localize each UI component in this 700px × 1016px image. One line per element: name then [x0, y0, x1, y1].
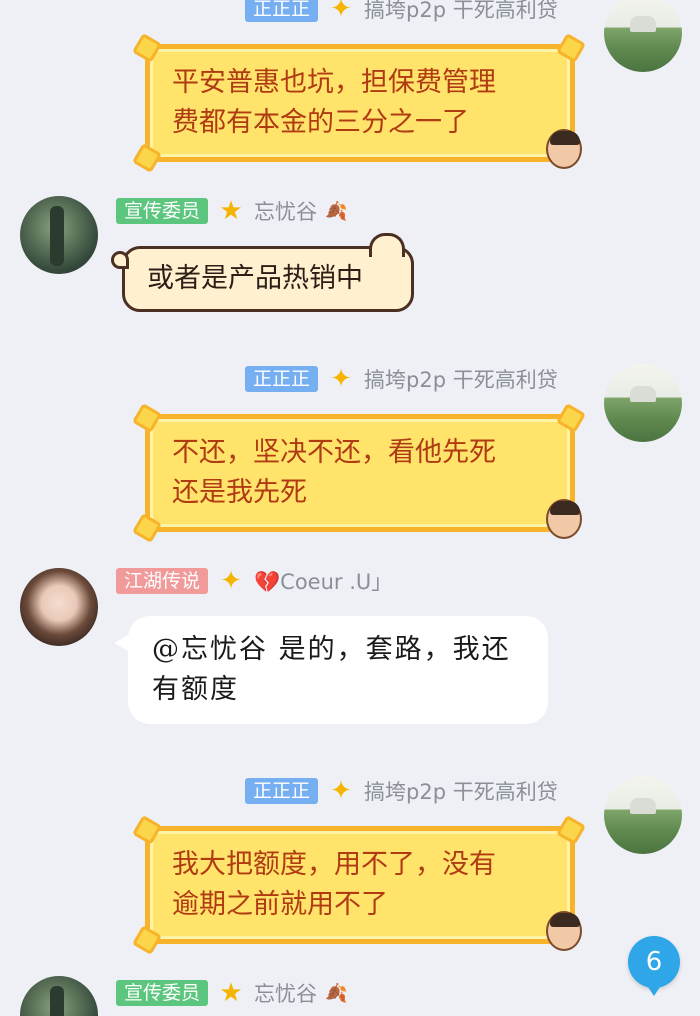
bubble-decoration	[555, 402, 587, 434]
message-bubble[interactable]: 平安普惠也坑，担保费管理 费都有本金的三分之一了	[131, 32, 587, 174]
bubble-decoration	[131, 924, 163, 956]
message-line: 还是我先死	[172, 477, 307, 508]
diamond-star-icon: ✦	[220, 566, 242, 596]
message-bubble[interactable]: 或者是产品热销中	[111, 233, 414, 312]
sender-name[interactable]: 搞垮p2p 干死高利贷	[364, 0, 558, 24]
bubble-decoration	[555, 814, 587, 846]
diamond-star-icon: ✦	[330, 364, 352, 394]
sender-name[interactable]: 忘忧谷	[254, 196, 317, 226]
avatar[interactable]	[604, 364, 682, 442]
bubble-decoration	[555, 32, 587, 64]
title-badge: 宣传委员	[116, 980, 209, 1006]
sender-line: 正正正 ✦ 搞垮p2p 干死高利贷	[245, 0, 558, 24]
title-badge: 正正正	[245, 778, 319, 804]
unread-count-badge[interactable]: 6	[628, 936, 680, 996]
bubble-decoration	[131, 32, 163, 64]
bubble-decoration	[131, 402, 163, 434]
message-line: 费都有本金的三分之一了	[172, 107, 469, 138]
title-badge: 正正正	[245, 0, 319, 22]
sender-line: 正正正 ✦ 搞垮p2p 干死高利贷	[245, 364, 558, 394]
sender-line: 正正正 ✦ 搞垮p2p 干死高利贷	[245, 776, 558, 806]
message-line: 不还，坚决不还，看他先死	[172, 437, 496, 468]
message-line: 平安普惠也坑，担保费管理	[172, 67, 496, 98]
message-line: 有额度	[152, 674, 239, 705]
sender-name[interactable]: 搞垮p2p 干死高利贷	[364, 364, 558, 394]
bubble-decoration	[131, 142, 163, 174]
sender-line: 宣传委员 ★ 忘忧谷 🍂	[116, 196, 347, 226]
sender-name[interactable]: 💔Coeur .U」	[254, 566, 392, 596]
sender-name[interactable]: 搞垮p2p 干死高利贷	[364, 776, 558, 806]
star-icon: ★	[219, 978, 243, 1008]
name-suffix: 🍂	[325, 200, 348, 222]
sender-line: 宣传委员 ★ 忘忧谷 🍂	[116, 978, 347, 1008]
bubble-face-icon	[546, 129, 582, 169]
title-badge: 江湖传说	[116, 568, 209, 594]
message-bubble[interactable]: 我大把额度，用不了，没有 逾期之前就用不了	[131, 814, 587, 956]
star-icon: ★	[219, 196, 243, 226]
avatar[interactable]	[20, 196, 98, 274]
avatar[interactable]	[604, 776, 682, 854]
message-line: 或者是产品热销中	[147, 263, 363, 294]
diamond-star-icon: ✦	[330, 0, 352, 24]
name-suffix: 🍂	[325, 982, 348, 1004]
bubble-decoration	[131, 814, 163, 846]
bubble-face-icon	[546, 499, 582, 539]
cat-ears-decoration	[369, 233, 405, 257]
avatar[interactable]	[20, 976, 98, 1016]
avatar[interactable]	[604, 0, 682, 72]
message-line: 我大把额度，用不了，没有	[172, 849, 496, 880]
message-bubble[interactable]: @忘忧谷 是的，套路，我还 有额度	[114, 616, 548, 724]
title-badge: 宣传委员	[116, 198, 209, 224]
title-badge: 正正正	[245, 366, 319, 392]
bubble-decoration	[131, 512, 163, 544]
sender-line: 江湖传说 ✦ 💔Coeur .U」	[116, 566, 392, 596]
message-line: @忘忧谷 是的，套路，我还	[152, 634, 511, 665]
bubble-face-icon	[546, 911, 582, 951]
cat-tail-decoration	[111, 251, 129, 269]
avatar[interactable]	[20, 568, 98, 646]
diamond-star-icon: ✦	[330, 776, 352, 806]
message-line: 逾期之前就用不了	[172, 889, 388, 920]
message-bubble[interactable]: 不还，坚决不还，看他先死 还是我先死	[131, 402, 587, 544]
sender-name[interactable]: 忘忧谷	[254, 978, 317, 1008]
